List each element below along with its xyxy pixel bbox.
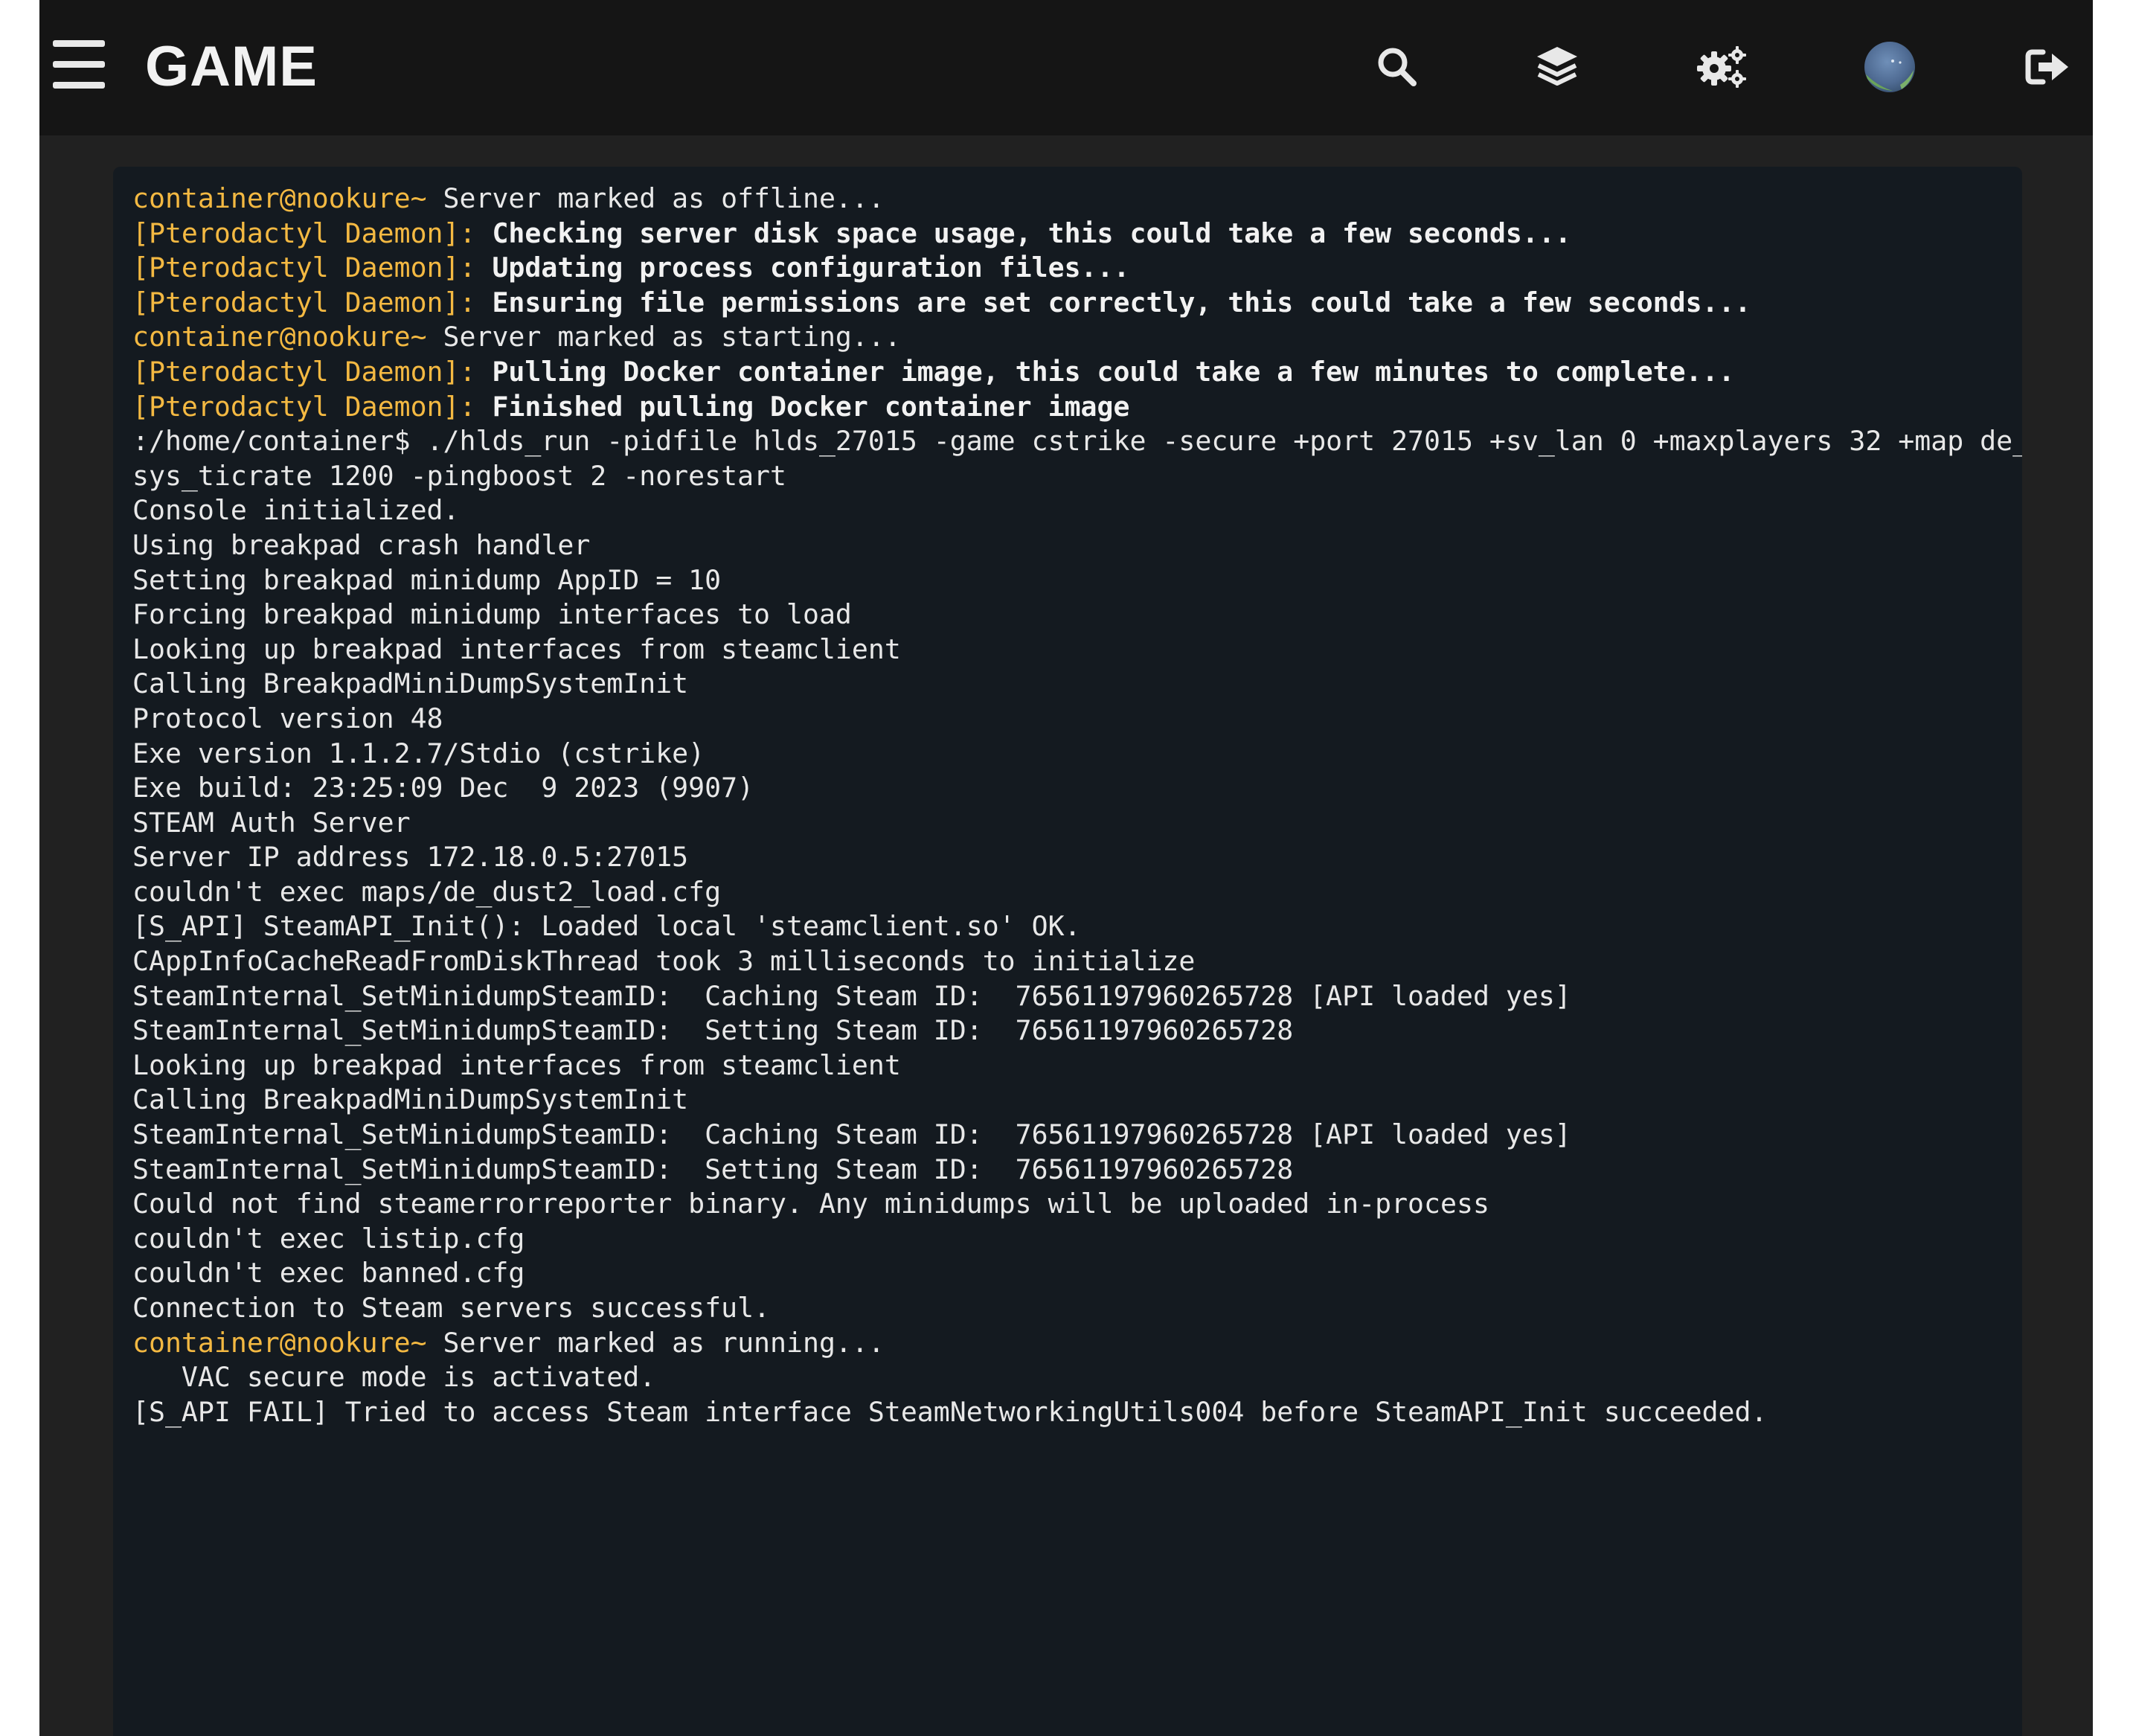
console-line: SteamInternal_SetMinidumpSteamID: Cachin… (132, 979, 2007, 1014)
console-line: Calling BreakpadMiniDumpSystemInit (132, 1083, 2007, 1118)
console-line: [Pterodactyl Daemon]: Pulling Docker con… (132, 355, 2007, 390)
server-console[interactable]: container@nookure~ Server marked as offl… (113, 167, 2022, 1736)
console-line-text: SteamInternal_SetMinidumpSteamID: Settin… (132, 1153, 1294, 1185)
console-line: SteamInternal_SetMinidumpSteamID: Settin… (132, 1013, 2007, 1048)
app-title[interactable]: GAME (145, 30, 318, 104)
console-line: Exe build: 23:25:09 Dec 9 2023 (9907) (132, 771, 2007, 806)
console-line-text: couldn't exec banned.cfg (132, 1257, 525, 1290)
console-line: couldn't exec banned.cfg (132, 1256, 2007, 1291)
console-line: container@nookure~ Server marked as star… (132, 320, 2007, 355)
console-line-text: [S_API] SteamAPI_Init(): Loaded local 's… (132, 910, 1081, 943)
console-line: container@nookure~ Server marked as offl… (132, 182, 2007, 217)
console-line: :/home/container$ ./hlds_run -pidfile hl… (132, 424, 2022, 459)
console-line-text: Server IP address 172.18.0.5:27015 (132, 841, 689, 874)
console-line-text: couldn't exec listip.cfg (132, 1222, 525, 1255)
console-line: [Pterodactyl Daemon]: Finished pulling D… (132, 390, 2007, 425)
console-line: [Pterodactyl Daemon]: Updating process c… (132, 251, 2007, 286)
console-line: couldn't exec maps/de_dust2_load.cfg (132, 875, 2007, 910)
console-line: Setting breakpad minidump AppID = 10 (132, 563, 2007, 598)
console-line-text: STEAM Auth Server (132, 806, 411, 839)
console-line: [Pterodactyl Daemon]: Ensuring file perm… (132, 286, 2007, 321)
avatar[interactable] (1860, 37, 1919, 97)
search-icon[interactable] (1367, 37, 1427, 97)
console-line: [Pterodactyl Daemon]: Checking server di… (132, 217, 2007, 252)
console-line-text: Setting breakpad minidump AppID = 10 (132, 563, 722, 596)
console-line-text: Exe build: 23:25:09 Dec 9 2023 (9907) (132, 772, 754, 804)
console-line-text: SteamInternal_SetMinidumpSteamID: Cachin… (132, 1118, 1571, 1151)
cogs-icon[interactable] (1693, 37, 1752, 97)
console-line-text: [S_API FAIL] Tried to access Steam inter… (132, 1395, 1768, 1428)
daemon-prefix: [Pterodactyl Daemon]: (132, 286, 476, 318)
console-line-text: Using breakpad crash handler (132, 528, 591, 561)
console-line-text: Pulling Docker container image, this cou… (475, 355, 1735, 388)
console-line: SteamInternal_SetMinidumpSteamID: Settin… (132, 1153, 2007, 1188)
daemon-prefix: [Pterodactyl Daemon]: (132, 252, 476, 284)
console-line: couldn't exec listip.cfg (132, 1222, 2007, 1257)
console-line: Could not find steamerrorreporter binary… (132, 1187, 2007, 1222)
console-line-text: Looking up breakpad interfaces from stea… (132, 632, 901, 665)
console-line-text: Could not find steamerrorreporter binary… (132, 1188, 1489, 1220)
sign-out-icon[interactable] (2018, 37, 2078, 97)
console-line: container@nookure~ Server marked as runn… (132, 1326, 2007, 1361)
console-line: SteamInternal_SetMinidumpSteamID: Cachin… (132, 1118, 2007, 1153)
console-line: sys_ticrate 1200 -pingboost 2 -norestart (132, 459, 2007, 494)
console-line-text: Calling BreakpadMiniDumpSystemInit (132, 667, 689, 700)
console-line-text: Server marked as starting... (426, 321, 901, 353)
console-line: Protocol version 48 (132, 702, 2007, 737)
console-prompt-prefix: container@nookure~ (132, 182, 427, 214)
console-line: [S_API FAIL] Tried to access Steam inter… (132, 1395, 2007, 1430)
console-line: STEAM Auth Server (132, 806, 2007, 841)
layers-icon[interactable] (1527, 37, 1587, 97)
console-line: VAC secure mode is activated. (132, 1360, 2007, 1395)
console-line: CAppInfoCacheReadFromDiskThread took 3 m… (132, 944, 2007, 979)
console-line-text: SteamInternal_SetMinidumpSteamID: Cachin… (132, 979, 1571, 1012)
console-line-text: VAC secure mode is activated. (132, 1361, 656, 1394)
app-window: GAME container@nookure~ Server marked as… (39, 0, 2093, 1736)
console-line-text: sys_ticrate 1200 -pingboost 2 -norestart (132, 459, 786, 492)
console-line-text: Protocol version 48 (132, 702, 443, 734)
console-line: Looking up breakpad interfaces from stea… (132, 632, 2007, 667)
console-line-text: Checking server disk space usage, this c… (475, 217, 1571, 249)
console-line-text: Console initialized. (132, 494, 460, 527)
console-line: Calling BreakpadMiniDumpSystemInit (132, 667, 2007, 702)
console-output: container@nookure~ Server marked as offl… (132, 182, 2022, 1430)
console-line-text: Looking up breakpad interfaces from stea… (132, 1048, 901, 1081)
daemon-prefix: [Pterodactyl Daemon]: (132, 217, 476, 249)
console-line-text: Connection to Steam servers successful. (132, 1292, 771, 1324)
console-line: Connection to Steam servers successful. (132, 1291, 2007, 1326)
console-line-text: :/home/container$ ./hlds_run -pidfile hl… (132, 425, 2022, 458)
console-line: Server IP address 172.18.0.5:27015 (132, 840, 2007, 875)
menu-icon[interactable] (53, 40, 105, 89)
console-prompt-prefix: container@nookure~ (132, 1326, 427, 1359)
console-line: [S_API] SteamAPI_Init(): Loaded local 's… (132, 909, 2007, 944)
console-line-text: Finished pulling Docker container image (475, 390, 1130, 423)
top-navbar: GAME (39, 0, 2093, 135)
daemon-prefix: [Pterodactyl Daemon]: (132, 390, 476, 423)
console-line-text: Server marked as running... (426, 1326, 885, 1359)
console-line-text: Ensuring file permissions are set correc… (475, 286, 1751, 318)
console-line-text: Forcing breakpad minidump interfaces to … (132, 598, 852, 631)
console-prompt-prefix: container@nookure~ (132, 321, 427, 353)
daemon-prefix: [Pterodactyl Daemon]: (132, 355, 476, 388)
console-line: Looking up breakpad interfaces from stea… (132, 1048, 2007, 1083)
console-line-text: Server marked as offline... (426, 182, 885, 214)
console-line-text: couldn't exec maps/de_dust2_load.cfg (132, 875, 722, 908)
console-line: Using breakpad crash handler (132, 528, 2007, 563)
console-line-text: Updating process configuration files... (475, 252, 1130, 284)
console-line: Exe version 1.1.2.7/Stdio (cstrike) (132, 737, 2007, 772)
console-line-text: Exe version 1.1.2.7/Stdio (cstrike) (132, 737, 705, 769)
console-line: Console initialized. (132, 493, 2007, 528)
console-line: Forcing breakpad minidump interfaces to … (132, 598, 2007, 632)
console-line-text: SteamInternal_SetMinidumpSteamID: Settin… (132, 1014, 1294, 1047)
console-line-text: CAppInfoCacheReadFromDiskThread took 3 m… (132, 945, 1196, 978)
console-line-text: Calling BreakpadMiniDumpSystemInit (132, 1083, 689, 1116)
